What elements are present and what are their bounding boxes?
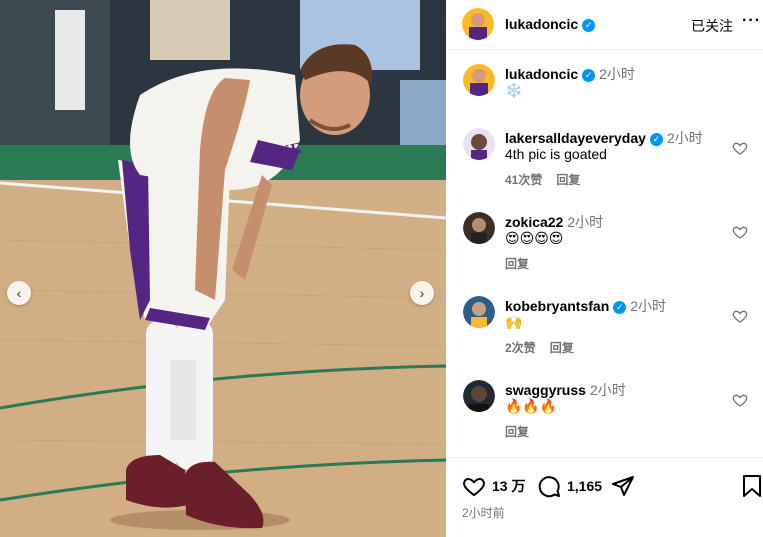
comment-time: 2小时 (567, 214, 604, 230)
more-options-icon[interactable]: ··· (742, 12, 761, 30)
verified-badge-icon: ✓ (613, 300, 627, 314)
comment-text: 4th pic is goated (505, 146, 607, 162)
comment-meta: 41次赞 回复 (505, 171, 580, 188)
commenter-avatar[interactable] (463, 128, 495, 160)
reply-button[interactable]: 回复 (505, 425, 529, 439)
caption-text: ❄️ (505, 82, 523, 98)
comment-like-count[interactable]: 41次赞 (505, 173, 542, 187)
chevron-left-icon: ‹ (16, 285, 22, 301)
bookmark-icon[interactable] (742, 474, 762, 498)
verified-badge-icon: ✓ (582, 68, 596, 82)
comment-meta: 2次赞 回复 (505, 339, 574, 356)
comment-meta: 回复 (505, 255, 529, 272)
caption-username[interactable]: lukadoncic (505, 66, 578, 82)
post-side-panel: lukadoncic ✓ 已关注 ··· lukadoncic ✓ 2小时 ❄️ la… (446, 0, 763, 537)
following-button[interactable]: 已关注 (691, 16, 733, 36)
comment-bubble-icon[interactable] (537, 474, 561, 498)
reply-button[interactable]: 回复 (505, 257, 529, 271)
chevron-right-icon: › (419, 285, 425, 301)
heart-icon[interactable] (732, 308, 748, 324)
like-count[interactable]: 13 万 (492, 476, 525, 496)
comment-text: 🔥🔥🔥 (505, 398, 558, 414)
like-button[interactable]: 13 万 (462, 474, 525, 498)
comment-button[interactable]: 1,165 (537, 474, 602, 498)
comment-username[interactable]: lakersalldayeveryday (505, 130, 646, 146)
post-header: lukadoncic ✓ 已关注 ··· (446, 0, 763, 50)
post-photo[interactable]: LAKE ‹ › (0, 0, 446, 537)
heart-icon[interactable] (462, 474, 486, 498)
next-image-button[interactable]: › (410, 281, 434, 305)
comment-like-count[interactable]: 2次赞 (505, 341, 536, 355)
comment-count[interactable]: 1,165 (567, 478, 602, 494)
comment-username[interactable]: zokica22 (505, 214, 563, 230)
comment-meta: 回复 (505, 423, 529, 440)
comment-username[interactable]: swaggyruss (505, 382, 586, 398)
post-actions-bar: 13 万 1,165 2小时前 (446, 457, 763, 537)
player-photo-illustration: LAKE (0, 0, 446, 537)
reply-button[interactable]: 回复 (556, 173, 580, 187)
share-button[interactable] (611, 474, 635, 498)
commenter-avatar[interactable] (463, 380, 495, 412)
previous-image-button[interactable]: ‹ (7, 281, 31, 305)
heart-icon[interactable] (732, 140, 748, 156)
verified-badge-icon: ✓ (649, 132, 663, 146)
commenter-avatar[interactable] (463, 212, 495, 244)
heart-icon[interactable] (732, 392, 748, 408)
heart-icon[interactable] (732, 224, 748, 240)
verified-badge-icon: ✓ (582, 18, 596, 32)
post-timestamp: 2小时前 (462, 506, 505, 520)
commenter-avatar[interactable] (463, 296, 495, 328)
comment-text: 😍😍😍😍 (505, 230, 564, 246)
comment-time: 2小时 (630, 298, 667, 314)
comment-time: 2小时 (589, 382, 626, 398)
save-button[interactable] (742, 474, 762, 498)
caption-author-avatar[interactable] (463, 64, 495, 96)
paper-plane-icon[interactable] (611, 474, 635, 498)
comment-username[interactable]: kobebryantsfan (505, 298, 609, 314)
caption-time: 2小时 (599, 66, 635, 82)
comment-time: 2小时 (666, 130, 703, 146)
author-avatar[interactable] (462, 8, 494, 40)
author-username[interactable]: lukadoncic ✓ (505, 16, 596, 32)
comment-text: 🙌 (505, 314, 523, 330)
reply-button[interactable]: 回复 (550, 341, 574, 355)
author-username-text[interactable]: lukadoncic (505, 16, 578, 32)
